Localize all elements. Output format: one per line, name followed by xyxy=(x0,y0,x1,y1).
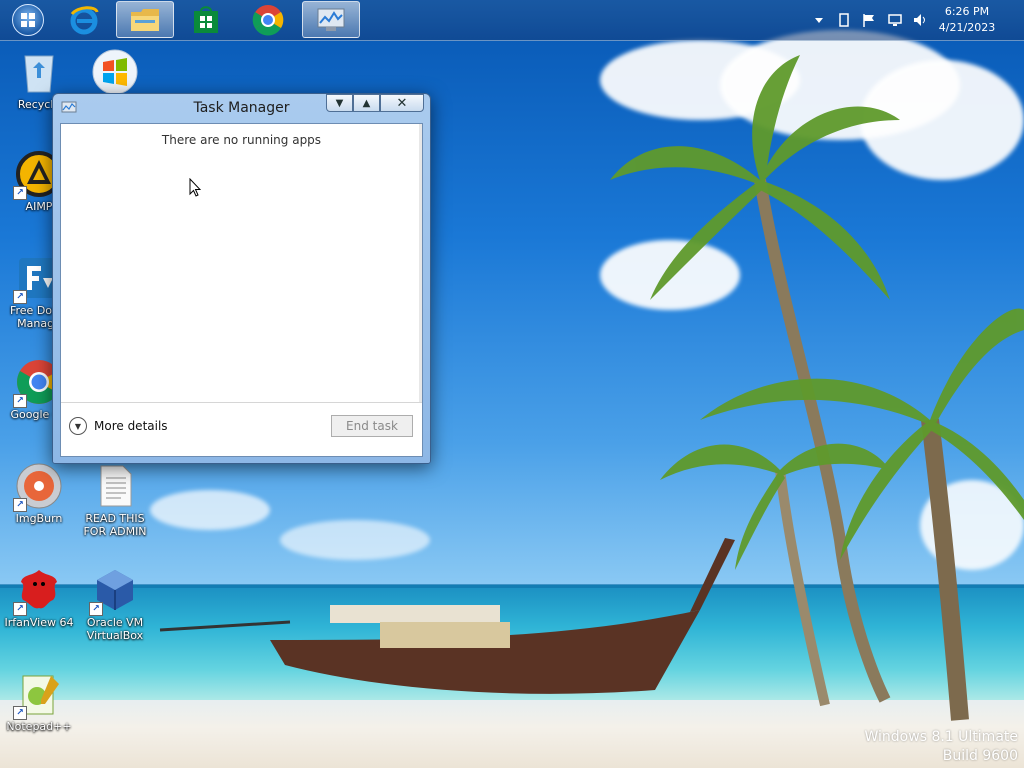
desktop-icon-notepad-plus-plus[interactable]: ↗ Notepad++ xyxy=(2,670,76,733)
taskbar-ie-button[interactable] xyxy=(56,1,112,38)
task-manager-window: Task Manager ▼ ▲ ✕ There are no running … xyxy=(52,93,431,464)
taskbar-clock[interactable]: 6:26 PM 4/21/2023 xyxy=(932,4,1002,36)
maximize-icon: ▲ xyxy=(362,97,371,109)
more-details-label: More details xyxy=(94,419,168,433)
desktop-icon-label: Notepad++ xyxy=(6,720,72,733)
desktop-icon-windows[interactable] xyxy=(78,48,152,98)
desktop-icon-irfanview[interactable]: ↗ IrfanView 64 xyxy=(2,566,76,629)
end-task-button[interactable]: End task xyxy=(331,415,413,437)
taskbar-chrome-button[interactable] xyxy=(240,1,296,38)
windows-orb-icon xyxy=(12,3,44,36)
show-hidden-icons-chevron-icon[interactable] xyxy=(811,12,827,28)
windows-build-watermark: Windows 8.1 Ultimate Build 9600 xyxy=(865,728,1019,766)
watermark-edition: Windows 8.1 Ultimate xyxy=(864,729,1019,745)
action-center-flag-icon[interactable] xyxy=(861,12,877,28)
desktop-icon-label: IrfanView 64 xyxy=(4,616,74,629)
no-running-apps-message: There are no running apps xyxy=(161,133,322,147)
minimize-button[interactable]: ▼ xyxy=(326,94,353,112)
taskbar-task-manager-button[interactable] xyxy=(302,1,360,38)
taskbar: 6:26 PM 4/21/2023 xyxy=(0,0,1024,41)
clock-date: 4/21/2023 xyxy=(938,21,996,34)
notepad-plus-icon: ↗ xyxy=(13,670,63,720)
ie-icon xyxy=(70,5,99,34)
close-button[interactable]: ✕ xyxy=(380,94,424,112)
folder-icon xyxy=(131,8,159,31)
desktop-icon-read-this-for-admin[interactable]: READ THIS FOR ADMIN xyxy=(78,462,152,538)
maximize-button[interactable]: ▲ xyxy=(353,94,380,112)
virtualbox-icon: ↗ xyxy=(89,566,139,616)
task-manager-icon xyxy=(317,8,345,31)
end-task-label: End task xyxy=(346,419,398,433)
scrollbar[interactable] xyxy=(419,124,422,404)
volume-icon[interactable] xyxy=(912,12,928,28)
mouse-cursor-icon xyxy=(189,178,201,197)
store-icon xyxy=(194,5,218,33)
desktop-icon-label: READ THIS FOR ADMIN xyxy=(83,512,147,538)
more-details-toggle[interactable]: ▼ More details xyxy=(69,417,168,435)
chrome-icon xyxy=(252,4,284,36)
task-manager-content: There are no running apps ▼ More details… xyxy=(60,123,423,457)
imgburn-icon: ↗ xyxy=(13,462,63,512)
desktop-icon-label: ImgBurn xyxy=(15,512,63,525)
task-manager-footer: ▼ More details End task xyxy=(61,402,422,456)
taskbar-explorer-button[interactable] xyxy=(116,1,174,38)
minimize-icon: ▼ xyxy=(335,97,344,109)
desktop-icon-virtualbox[interactable]: ↗ Oracle VM VirtualBox xyxy=(78,566,152,642)
watermark-build: Build 9600 xyxy=(942,748,1018,764)
network-icon[interactable] xyxy=(887,12,903,28)
desktop-icon-label: Oracle VM VirtualBox xyxy=(86,616,144,642)
chevron-down-icon: ▼ xyxy=(69,417,87,435)
tray-device-icon[interactable] xyxy=(836,12,852,28)
text-file-icon xyxy=(91,462,139,510)
taskbar-store-button[interactable] xyxy=(178,1,234,38)
recycle-bin-icon xyxy=(15,48,63,96)
start-button[interactable] xyxy=(0,1,56,38)
desktop-icon-imgburn[interactable]: ↗ ImgBurn xyxy=(2,462,76,525)
clock-time: 6:26 PM xyxy=(944,5,990,18)
window-controls: ▼ ▲ ✕ xyxy=(326,94,424,114)
close-icon: ✕ xyxy=(396,95,408,111)
windows-logo-icon xyxy=(91,48,139,96)
irfanview-icon: ↗ xyxy=(13,566,63,616)
